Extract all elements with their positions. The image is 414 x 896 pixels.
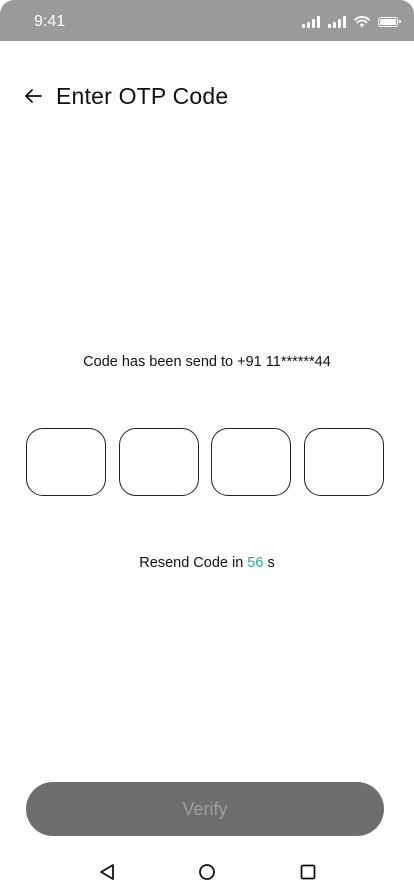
nav-home-button[interactable]: [195, 860, 219, 884]
code-sent-message: Code has been send to +91 11******44: [83, 354, 331, 370]
status-time: 9:41: [34, 13, 66, 30]
verify-button[interactable]: Verify: [26, 782, 384, 836]
resend-countdown: 56: [247, 555, 264, 571]
otp-digit-1[interactable]: [26, 428, 106, 496]
battery-icon: [378, 17, 401, 27]
back-triangle-icon: [100, 864, 114, 880]
recents-square-icon: [300, 864, 316, 880]
resend-prefix: Resend Code in: [139, 555, 248, 571]
nav-recents-button[interactable]: [296, 860, 320, 884]
otp-digit-4[interactable]: [303, 428, 384, 496]
otp-digit-2[interactable]: [118, 428, 199, 496]
status-icons: [302, 14, 401, 28]
signal-icon: [302, 16, 320, 28]
page-title: Enter OTP Code: [56, 83, 229, 109]
otp-input-group: [26, 428, 384, 498]
status-bar: 9:41: [0, 0, 414, 41]
resend-suffix: s: [263, 555, 275, 571]
wifi-icon: [354, 16, 370, 28]
otp-digit-3[interactable]: [211, 428, 292, 496]
nav-back-button[interactable]: [95, 860, 119, 884]
resend-timer: Resend Code in 56 s: [0, 555, 414, 571]
header: Enter OTP Code: [0, 75, 414, 117]
back-button[interactable]: [18, 81, 48, 111]
home-circle-icon: [199, 864, 215, 880]
signal-icon: [328, 16, 346, 28]
system-nav-bar: [0, 852, 414, 892]
arrow-left-icon: [25, 89, 42, 103]
